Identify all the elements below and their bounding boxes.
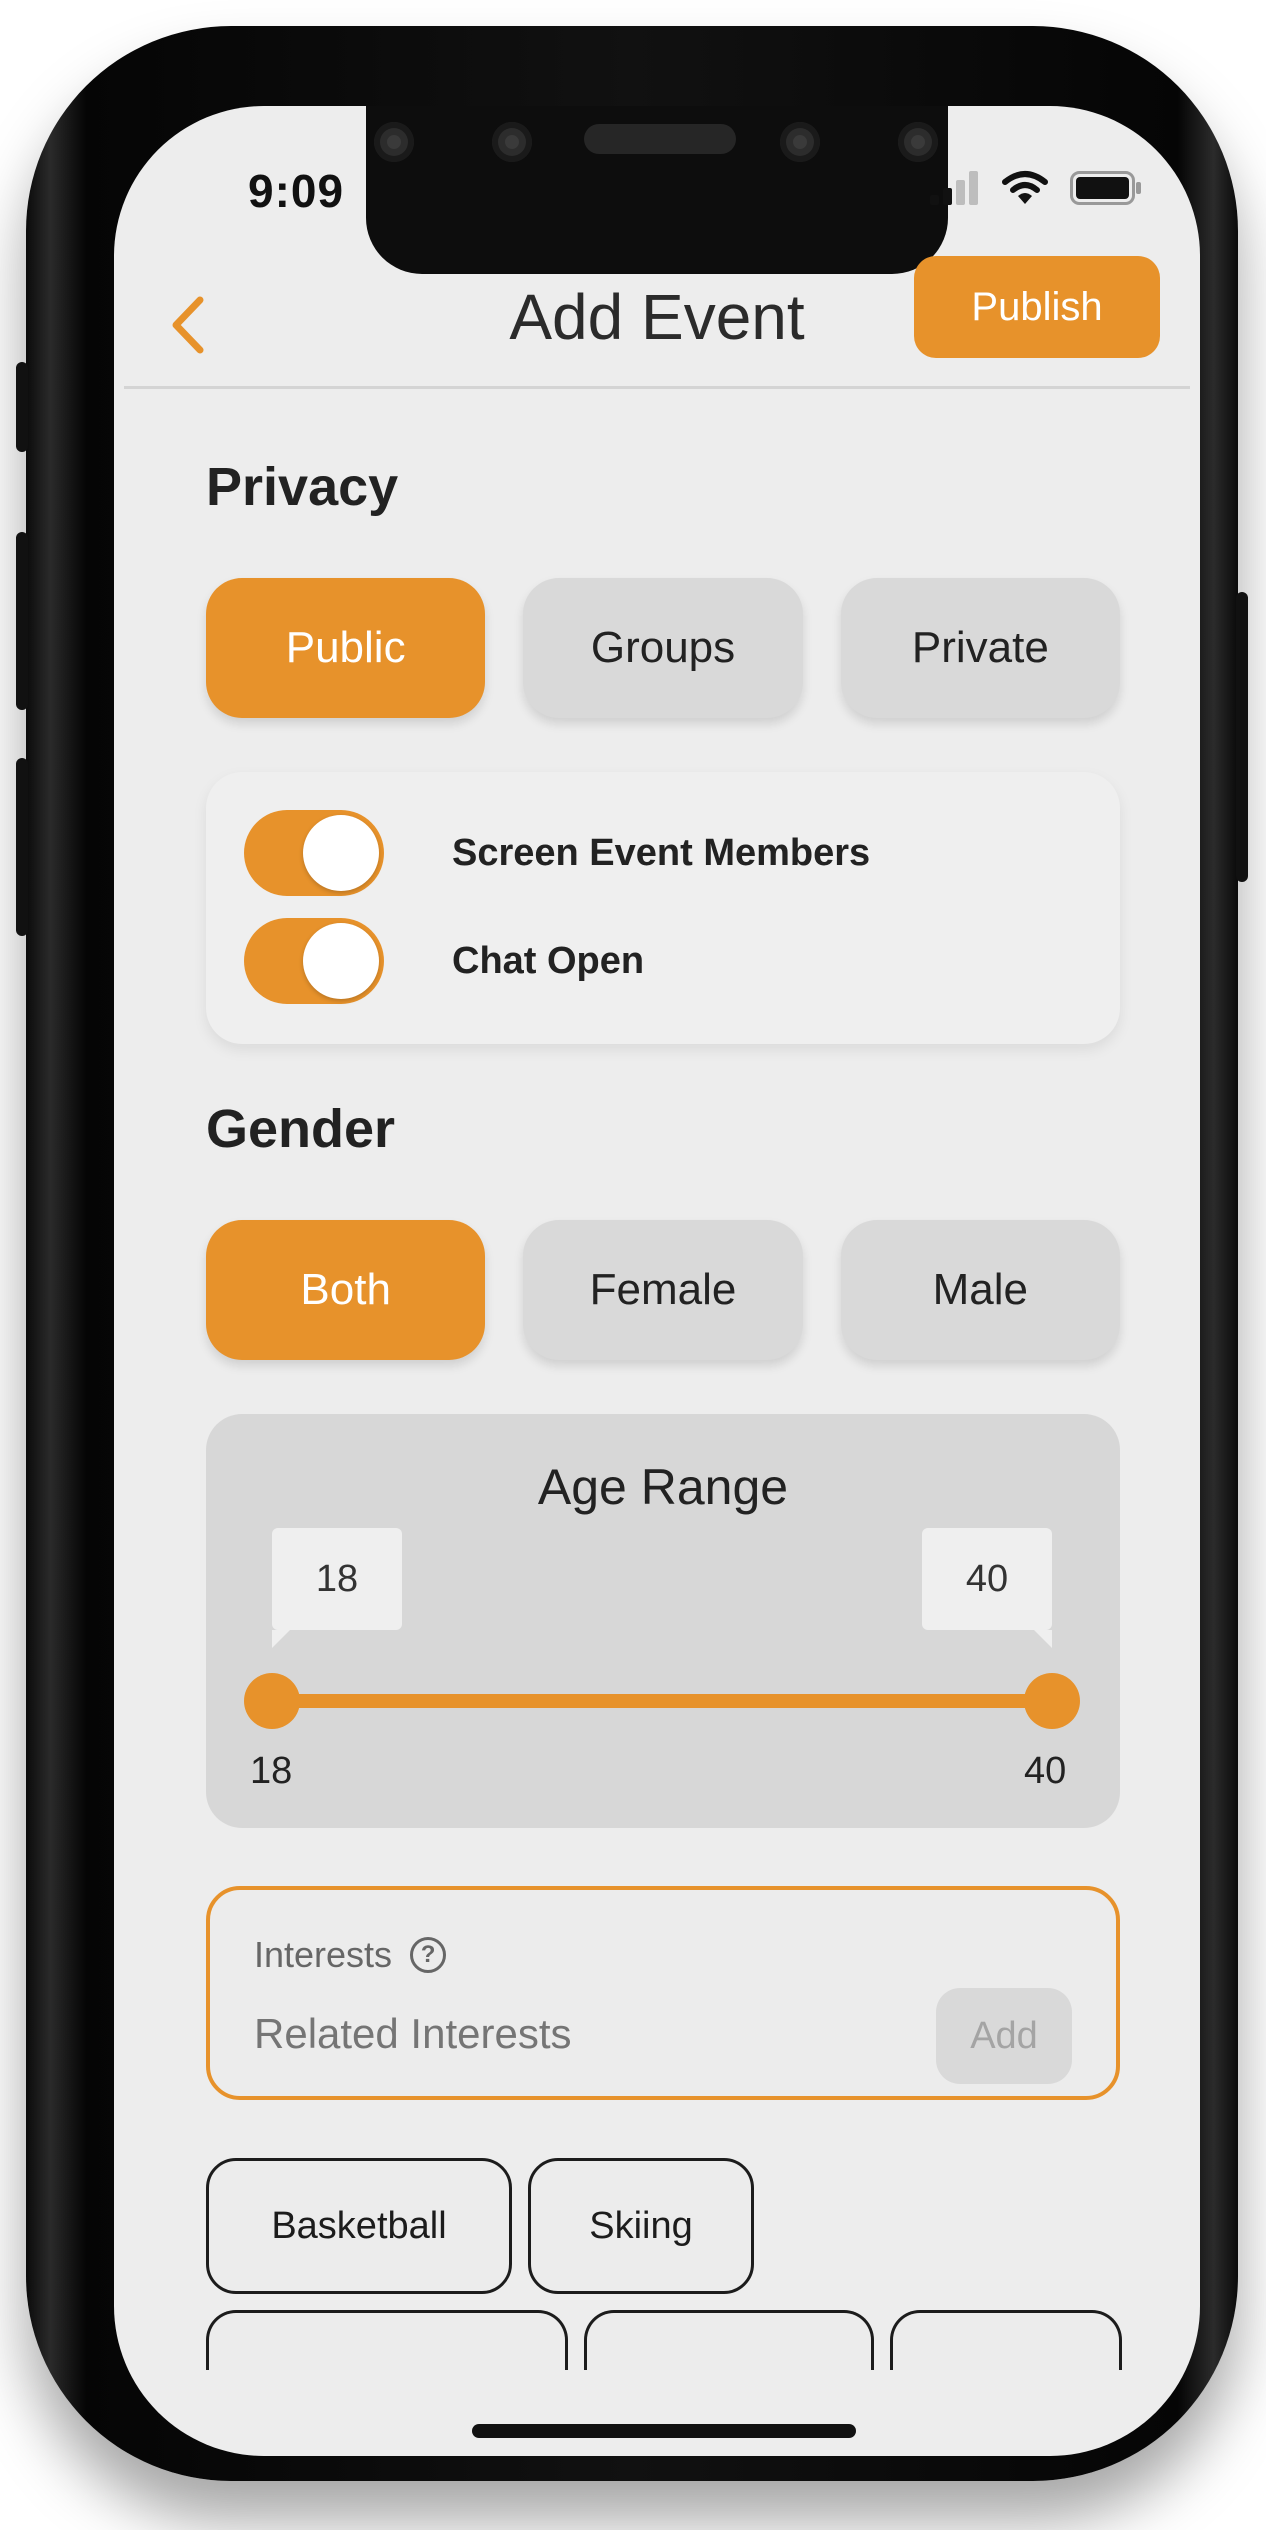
chat-open-toggle[interactable] bbox=[244, 918, 384, 1004]
toggle-knob bbox=[303, 815, 379, 891]
speaker-grille bbox=[584, 124, 736, 154]
age-range-track[interactable] bbox=[272, 1694, 1052, 1708]
bubble-tail bbox=[272, 1630, 290, 1648]
wifi-icon bbox=[1002, 171, 1048, 204]
cellular-signal-icon bbox=[930, 171, 978, 205]
age-range-title: Age Range bbox=[537, 1459, 789, 1515]
sensor-icon bbox=[374, 122, 414, 162]
privacy-toggles-card: Screen Event Members Chat Open bbox=[206, 772, 1120, 1044]
age-range-card: Age Range 18 40 18 40 bbox=[206, 1414, 1120, 1828]
interest-chip[interactable] bbox=[584, 2310, 874, 2370]
volume-down-button bbox=[16, 758, 28, 936]
privacy-title: Privacy bbox=[206, 457, 399, 517]
max-age-handle[interactable] bbox=[1024, 1673, 1080, 1729]
privacy-option-groups[interactable]: Groups bbox=[523, 578, 803, 718]
privacy-selector: Public Groups Private bbox=[206, 578, 1120, 718]
interest-chip[interactable] bbox=[206, 2310, 568, 2370]
home-indicator[interactable] bbox=[472, 2424, 856, 2438]
notch bbox=[366, 106, 948, 274]
status-time: 9:09 bbox=[248, 165, 345, 217]
help-icon[interactable]: ? bbox=[410, 1937, 447, 1973]
header-divider bbox=[124, 386, 1190, 389]
interests-label: Interests bbox=[254, 1934, 393, 1975]
sensor-icon bbox=[898, 122, 938, 162]
gender-option-both[interactable]: Both bbox=[206, 1220, 486, 1360]
interests-label-row: Interests ? bbox=[254, 1934, 447, 1976]
min-age-label: 18 bbox=[250, 1750, 293, 1792]
volume-up-button bbox=[16, 532, 28, 710]
publish-button[interactable]: Publish bbox=[914, 256, 1160, 358]
battery-icon bbox=[1070, 171, 1141, 205]
privacy-option-public[interactable]: Public bbox=[206, 578, 486, 718]
privacy-option-private[interactable]: Private bbox=[840, 578, 1120, 718]
sensor-icon bbox=[492, 122, 532, 162]
header: Add Event Publish bbox=[114, 256, 1200, 392]
interests-input[interactable] bbox=[254, 2010, 854, 2058]
max-age-label: 40 bbox=[1024, 1750, 1067, 1792]
power-button bbox=[1236, 592, 1248, 882]
interest-chip[interactable] bbox=[890, 2310, 1122, 2370]
status-icons bbox=[930, 168, 1142, 208]
toggle-row-chat-open: Chat Open bbox=[244, 918, 644, 1004]
gender-option-female[interactable]: Female bbox=[523, 1220, 803, 1360]
toggle-knob bbox=[303, 923, 379, 999]
mute-switch bbox=[16, 362, 28, 452]
interest-chip-basketball[interactable]: Basketball bbox=[206, 2158, 512, 2294]
max-age-bubble: 40 bbox=[922, 1528, 1052, 1630]
camera-icon bbox=[780, 122, 820, 162]
toggle-row-screen-members: Screen Event Members bbox=[244, 810, 870, 896]
screen-members-toggle[interactable] bbox=[244, 810, 384, 896]
min-age-handle[interactable] bbox=[244, 1673, 300, 1729]
interests-field: Interests ? Add bbox=[206, 1886, 1120, 2100]
screen: 9:09 Add Event Publish Privacy Public Gr… bbox=[114, 106, 1200, 2456]
phone-frame: 9:09 Add Event Publish Privacy Public Gr… bbox=[16, 26, 1248, 2481]
interest-chip-skiing[interactable]: Skiing bbox=[528, 2158, 754, 2294]
toggle-label: Chat Open bbox=[452, 939, 645, 982]
toggle-label: Screen Event Members bbox=[452, 831, 871, 874]
gender-selector: Both Female Male bbox=[206, 1220, 1120, 1360]
bubble-tail bbox=[1034, 1630, 1052, 1648]
add-interest-button[interactable]: Add bbox=[936, 1988, 1072, 2084]
min-age-bubble: 18 bbox=[272, 1528, 402, 1630]
gender-title: Gender bbox=[206, 1099, 396, 1159]
gender-option-male[interactable]: Male bbox=[840, 1220, 1120, 1360]
